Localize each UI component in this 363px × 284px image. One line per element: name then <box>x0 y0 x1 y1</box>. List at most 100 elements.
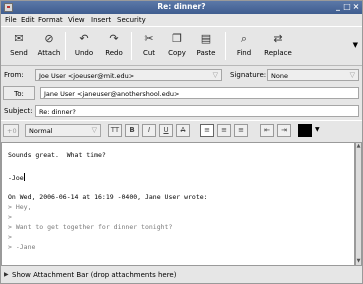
replace-button[interactable]: ⇄ Replace <box>261 29 295 63</box>
to-input[interactable]: Jane User <janeuser@anothershool.edu> <box>40 87 359 99</box>
chevron-down-icon: ▽ <box>212 71 218 79</box>
from-value: Joe User <joeuser@mit.edu> <box>39 72 135 80</box>
undo-icon: ↶ <box>79 32 89 45</box>
from-label: From: <box>4 71 24 79</box>
scissors-icon: ✂ <box>144 32 154 45</box>
paste-label: Paste <box>196 49 216 57</box>
from-combo[interactable]: Joe User <joeuser@mit.edu> ▽ <box>35 69 222 81</box>
vertical-scrollbar[interactable]: ▲ ▼ <box>355 142 362 266</box>
from-row: From: Joe User <joeuser@mit.edu> ▽ Signa… <box>1 67 362 83</box>
align-center-button[interactable]: ≡ <box>217 124 231 137</box>
body-line: On Wed, 2006-06-14 at 16:19 -0400, Jane … <box>8 193 208 201</box>
copy-label: Copy <box>168 49 186 57</box>
font-size-value: +0 <box>7 127 17 135</box>
maximize-icon[interactable]: □ <box>343 2 351 11</box>
quoted-line: > Want to get together for dinner tonigh… <box>8 223 173 231</box>
attachment-bar[interactable]: ▶ Show Attachment Bar (drop attachments … <box>1 267 362 283</box>
menu-file[interactable]: File <box>5 16 17 24</box>
find-icon: ⌕ <box>240 32 248 45</box>
menu-format[interactable]: Format <box>38 16 63 24</box>
undo-button[interactable]: ↶ Undo <box>69 29 99 63</box>
attach-button[interactable]: ⊘ Attach <box>34 29 64 63</box>
cut-button[interactable]: ✂ Cut <box>134 29 164 63</box>
font-size-combo[interactable]: +0 <box>3 124 19 137</box>
paperclip-icon: ⊘ <box>44 32 54 45</box>
chevron-down-icon[interactable]: ▼ <box>315 126 320 133</box>
subject-row: Subject: Re: dinner? <box>1 103 362 119</box>
minimize-icon[interactable]: _ <box>334 2 342 11</box>
quoted-line: > <box>8 233 12 241</box>
attach-label: Attach <box>37 49 61 57</box>
main-toolbar: ✉ Send ⊘ Attach ↶ Undo ↷ Redo ✂ Cut ❐ Co… <box>1 26 362 66</box>
subject-label: Subject: <box>4 107 33 115</box>
underline-button[interactable]: U <box>159 124 173 137</box>
scroll-up-icon[interactable]: ▲ <box>356 143 361 150</box>
bold-button[interactable]: B <box>125 124 139 137</box>
signature-text: -Joe <box>8 174 24 182</box>
to-row: To: Jane User <janeuser@anothershool.edu… <box>1 85 362 101</box>
cut-label: Cut <box>142 49 156 57</box>
redo-icon: ↷ <box>109 32 119 45</box>
send-icon: ✉ <box>14 32 24 45</box>
message-body[interactable]: Sounds great. What time? -Joe On Wed, 20… <box>1 142 355 266</box>
text-color-button[interactable] <box>298 124 312 137</box>
to-value: Jane User <janeuser@anothershool.edu> <box>44 90 180 98</box>
paste-button[interactable]: ▤ Paste <box>191 29 221 63</box>
find-label: Find <box>236 49 252 57</box>
close-icon[interactable]: × <box>352 2 360 11</box>
outdent-icon: ⇤ <box>264 126 270 134</box>
align-center-icon: ≡ <box>221 126 227 134</box>
indent-icon: ⇥ <box>281 126 287 134</box>
indent-button[interactable]: ⇥ <box>277 124 291 137</box>
toolbar-separator <box>65 32 66 60</box>
menu-bar: File Edit Format View Insert Security <box>1 14 362 26</box>
menu-edit[interactable]: Edit <box>21 16 35 24</box>
outdent-button[interactable]: ⇤ <box>260 124 274 137</box>
compose-window: Re: dinner? _ □ × File Edit Format View … <box>0 0 363 284</box>
to-button[interactable]: To: <box>3 86 35 100</box>
strikethrough-button[interactable]: A <box>176 124 190 137</box>
undo-label: Undo <box>74 49 94 57</box>
quoted-line: > Hey, <box>8 203 32 211</box>
text-cursor <box>23 173 25 181</box>
paste-icon: ▤ <box>200 32 212 45</box>
expand-triangle-icon[interactable]: ▶ <box>4 271 9 278</box>
toolbar-overflow-icon[interactable]: ▼ <box>353 41 358 49</box>
format-toolbar: +0 Normal ▽ TT B I U A ≡ ≡ ≡ ⇤ ⇥ ▼ <box>1 120 362 140</box>
signature-combo[interactable]: None ▽ <box>267 69 359 81</box>
subject-input[interactable]: Re: dinner? <box>35 105 359 117</box>
toolbar-separator <box>131 32 132 60</box>
body-line: -Joe <box>8 173 25 182</box>
send-label: Send <box>10 49 28 57</box>
paragraph-style-combo[interactable]: Normal ▽ <box>25 124 101 137</box>
chevron-down-icon: ▽ <box>91 126 97 134</box>
body-line: Sounds great. What time? <box>8 151 106 159</box>
title-bar[interactable]: Re: dinner? _ □ × <box>1 1 362 14</box>
toolbar-separator <box>225 32 226 60</box>
italic-button[interactable]: I <box>142 124 156 137</box>
align-left-button[interactable]: ≡ <box>200 124 214 137</box>
quoted-line: > <box>8 213 12 221</box>
signature-value: None <box>271 72 288 80</box>
menu-view[interactable]: View <box>68 16 85 24</box>
typewriter-button[interactable]: TT <box>108 124 122 137</box>
attachment-bar-label: Show Attachment Bar (drop attachments he… <box>12 271 177 279</box>
signature-label: Signature: <box>230 71 267 79</box>
quoted-line: > -Jane <box>8 243 36 251</box>
redo-button[interactable]: ↷ Redo <box>99 29 129 63</box>
align-right-button[interactable]: ≡ <box>234 124 248 137</box>
find-button[interactable]: ⌕ Find <box>229 29 259 63</box>
replace-icon: ⇄ <box>273 32 283 45</box>
scroll-down-icon[interactable]: ▼ <box>356 258 361 265</box>
paragraph-style-value: Normal <box>29 127 53 135</box>
subject-value: Re: dinner? <box>39 108 76 116</box>
menu-insert[interactable]: Insert <box>91 16 111 24</box>
menu-security[interactable]: Security <box>117 16 146 24</box>
redo-label: Redo <box>105 49 123 57</box>
send-button[interactable]: ✉ Send <box>4 29 34 63</box>
copy-icon: ❐ <box>172 32 182 45</box>
chevron-down-icon: ▽ <box>349 71 355 79</box>
window-title: Re: dinner? <box>157 2 206 11</box>
copy-button[interactable]: ❐ Copy <box>162 29 192 63</box>
align-left-icon: ≡ <box>204 126 210 134</box>
